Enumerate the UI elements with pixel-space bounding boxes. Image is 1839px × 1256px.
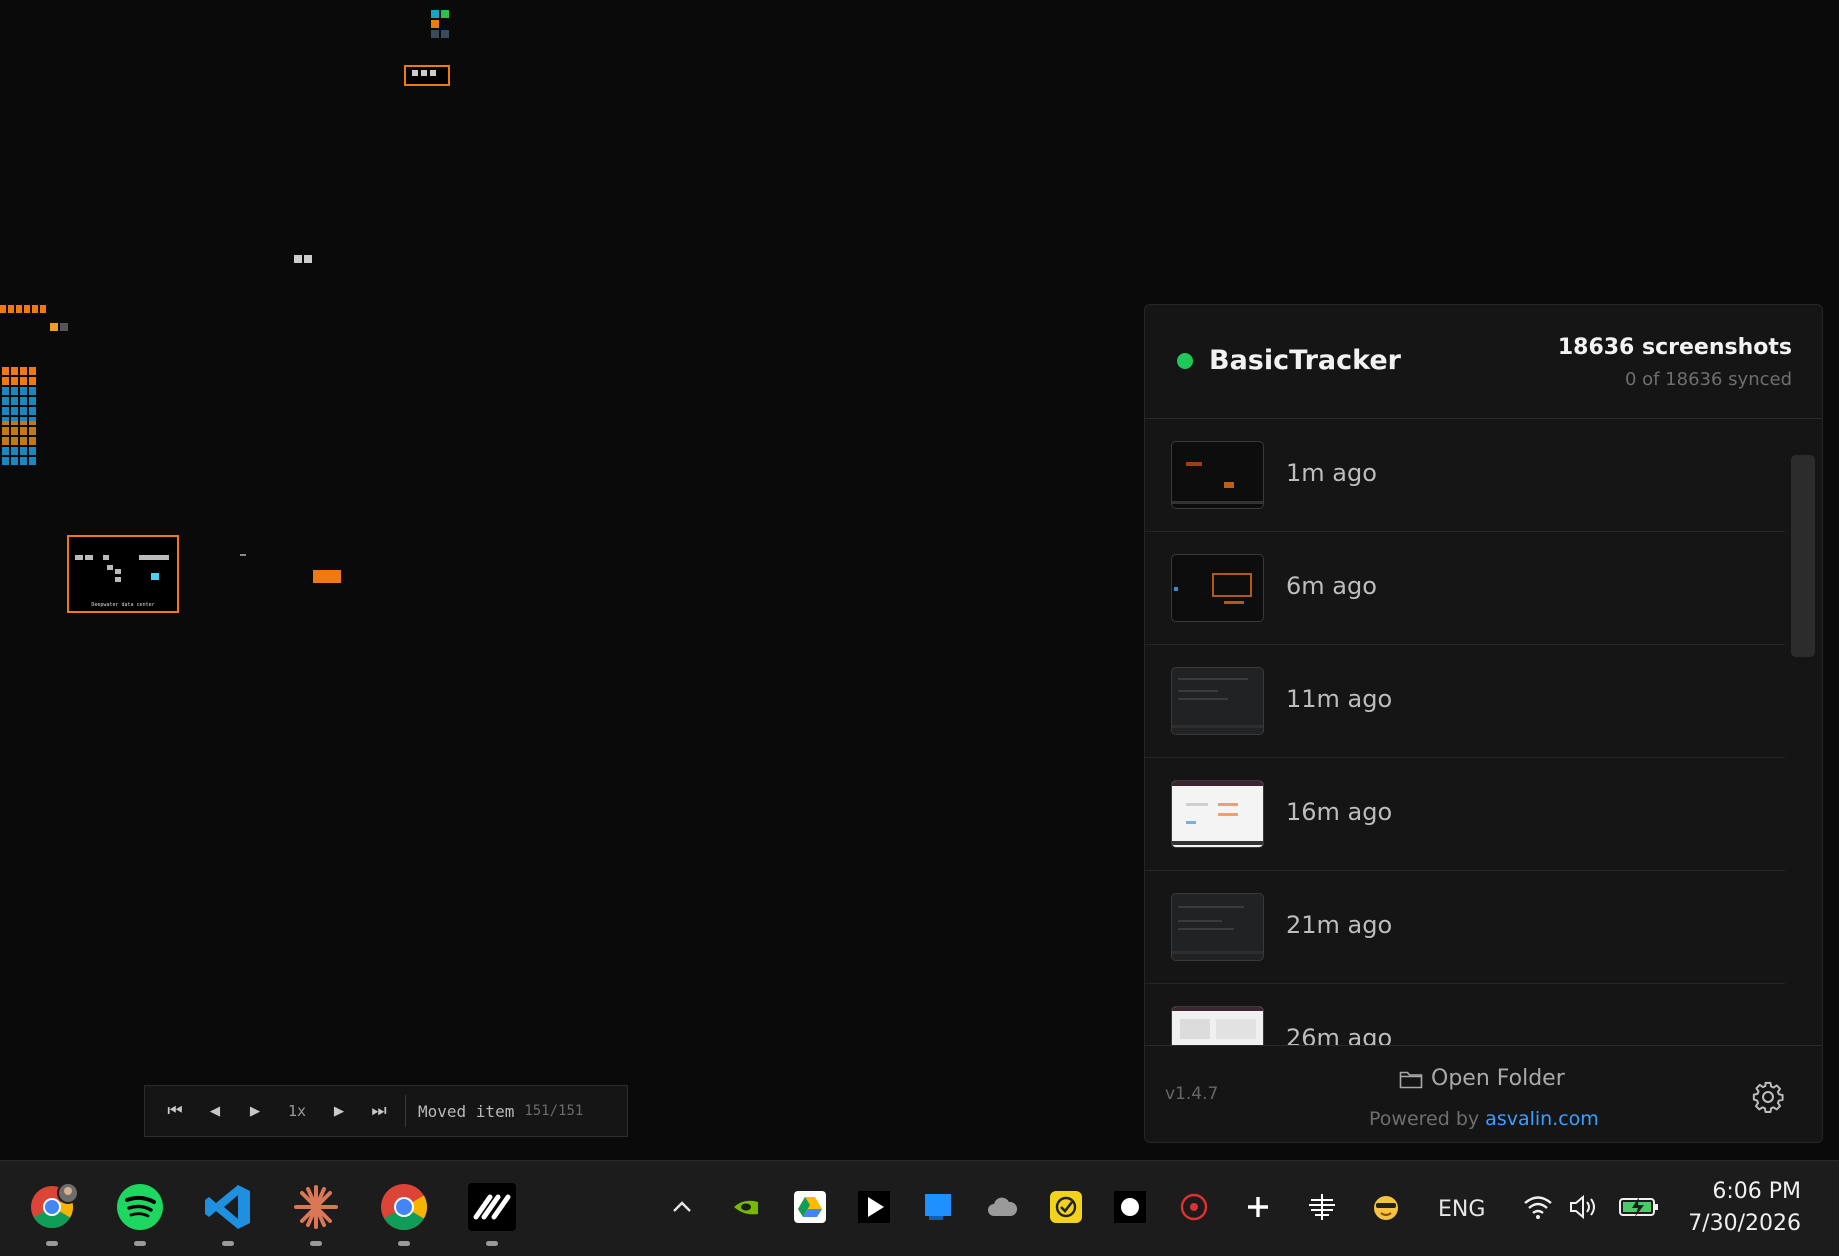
- frame-label: Deepwater data center: [91, 602, 155, 608]
- google-drive-icon[interactable]: [794, 1191, 826, 1223]
- canvas[interactable]: Deepwater data center: [0, 0, 1140, 1155]
- divider: [405, 1095, 406, 1127]
- canvas-frame[interactable]: [404, 65, 450, 86]
- canvas-node: [431, 10, 439, 18]
- folder-icon: [1399, 1071, 1423, 1088]
- powered-by: Powered by asvalin.com: [1369, 1108, 1599, 1130]
- record-circle-icon[interactable]: [1178, 1191, 1210, 1223]
- speed-button[interactable]: 1x: [275, 1102, 319, 1120]
- canvas-node: [60, 323, 68, 331]
- language-indicator[interactable]: ENG: [1438, 1197, 1485, 1222]
- canvas-node: [0, 305, 46, 313]
- clock-date[interactable]: 7/30/2026: [1688, 1211, 1801, 1236]
- screenshot-thumbnail[interactable]: [1171, 893, 1264, 961]
- screenshot-count: 18636 screenshots: [1557, 335, 1792, 360]
- asvalin-link[interactable]: asvalin.com: [1485, 1108, 1599, 1130]
- gear-icon[interactable]: [1751, 1080, 1785, 1114]
- tracker-panel: BasicTracker 18636 screenshots 0 of 1863…: [1144, 304, 1823, 1143]
- canvas-node[interactable]: [313, 570, 341, 583]
- cloud-icon[interactable]: [986, 1191, 1018, 1223]
- canvas-node: [441, 30, 449, 38]
- running-indicator: [486, 1241, 498, 1246]
- screenshot-thumbnail[interactable]: [1171, 667, 1264, 735]
- panel-header: BasicTracker 18636 screenshots 0 of 1863…: [1145, 305, 1822, 419]
- volume-icon[interactable]: [1568, 1191, 1600, 1223]
- screenshot-thumbnail[interactable]: [1171, 1006, 1264, 1049]
- app-name: BasicTracker: [1209, 345, 1401, 376]
- list-item[interactable]: 11m ago: [1145, 645, 1785, 758]
- running-indicator: [134, 1241, 146, 1246]
- step-forward-icon[interactable]: ▶: [319, 1101, 359, 1121]
- open-folder-button[interactable]: Open Folder: [1399, 1066, 1565, 1091]
- step-back-icon[interactable]: ◀: [195, 1101, 235, 1121]
- screenshot-list[interactable]: 1m ago 6m ago 11m ago 16m ago 21m ago 26…: [1145, 419, 1785, 1049]
- item-time: 6m ago: [1286, 572, 1377, 600]
- playback-status: Moved item: [418, 1101, 515, 1121]
- wifi-icon[interactable]: [1522, 1191, 1554, 1223]
- item-time: 11m ago: [1286, 685, 1393, 713]
- running-indicator: [46, 1241, 58, 1246]
- todo-check-icon[interactable]: [1050, 1191, 1082, 1223]
- item-time: 16m ago: [1286, 798, 1393, 826]
- clock-time[interactable]: 6:06 PM: [1712, 1179, 1801, 1204]
- scrollbar-thumb[interactable]: [1791, 455, 1815, 657]
- canvas-node: [431, 20, 439, 28]
- vscode-icon[interactable]: [202, 1181, 254, 1233]
- spotify-icon[interactable]: [114, 1181, 166, 1233]
- canvas-grid: [0, 365, 36, 467]
- playback-counter: 151/151: [524, 1103, 584, 1119]
- sync-status: 0 of 18636 synced: [1624, 369, 1792, 390]
- show-hidden-icons[interactable]: [666, 1191, 698, 1223]
- list-item[interactable]: 16m ago: [1145, 758, 1785, 871]
- play-icon[interactable]: ▶: [235, 1101, 275, 1121]
- item-time: 21m ago: [1286, 911, 1393, 939]
- canvas-node: [431, 30, 439, 38]
- windows-app-icon[interactable]: [922, 1191, 954, 1223]
- list-item[interactable]: 21m ago: [1145, 871, 1785, 984]
- canvas-node: [304, 255, 312, 263]
- canvas-node: [441, 10, 449, 18]
- taskbar: ENG 6:06 PM 7/30/2026: [0, 1160, 1839, 1256]
- list-item[interactable]: 6m ago: [1145, 532, 1785, 645]
- powered-prefix: Powered by: [1369, 1108, 1486, 1130]
- running-indicator: [310, 1241, 322, 1246]
- screenshot-thumbnail[interactable]: [1171, 441, 1264, 509]
- nvidia-icon[interactable]: [730, 1191, 762, 1223]
- list-item[interactable]: 1m ago: [1145, 419, 1785, 532]
- capcut-icon[interactable]: [466, 1181, 518, 1233]
- screenshot-thumbnail[interactable]: [1171, 554, 1264, 622]
- emoji-face-icon[interactable]: [1370, 1191, 1402, 1223]
- claude-icon[interactable]: [290, 1181, 342, 1233]
- canvas-frame-selected[interactable]: Deepwater data center: [67, 535, 179, 613]
- status-dot: [1177, 353, 1193, 369]
- record-dot-icon[interactable]: [1114, 1191, 1146, 1223]
- menu-lines-icon[interactable]: [1306, 1191, 1338, 1223]
- canvas-node: [294, 255, 302, 263]
- version-label: v1.4.7: [1165, 1084, 1219, 1104]
- running-indicator: [222, 1241, 234, 1246]
- screenshot-thumbnail[interactable]: [1171, 780, 1264, 848]
- chrome-profile-icon[interactable]: [26, 1181, 79, 1233]
- plus-icon[interactable]: [1242, 1191, 1274, 1223]
- playback-bar: ⏮ ◀ ▶ 1x ▶ ⏭ Moved item 151/151: [144, 1085, 628, 1137]
- canvas-node: [240, 554, 246, 556]
- media-play-icon[interactable]: [858, 1191, 890, 1223]
- canvas-node: [50, 323, 58, 331]
- chrome-icon[interactable]: [378, 1181, 430, 1233]
- running-indicator: [398, 1241, 410, 1246]
- panel-footer: v1.4.7 Open Folder Powered by asvalin.co…: [1145, 1045, 1822, 1142]
- open-folder-label: Open Folder: [1431, 1066, 1565, 1091]
- skip-last-icon[interactable]: ⏭: [359, 1101, 399, 1121]
- skip-first-icon[interactable]: ⏮: [155, 1101, 195, 1121]
- list-item[interactable]: 26m ago: [1145, 984, 1785, 1049]
- item-time: 1m ago: [1286, 459, 1377, 487]
- battery-icon[interactable]: [1618, 1191, 1660, 1223]
